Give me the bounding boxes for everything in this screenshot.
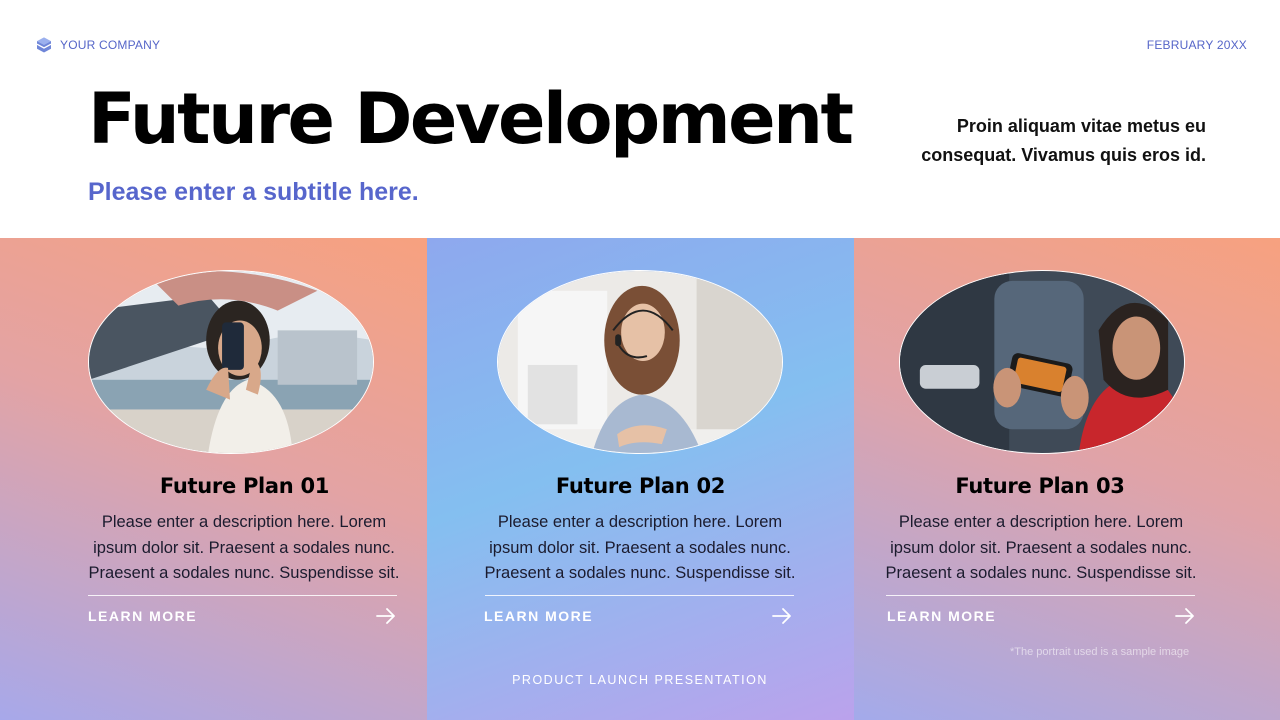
arrow-right-icon: [1175, 608, 1194, 624]
divider: [886, 595, 1195, 596]
man-gaming-photo-icon: [899, 270, 1185, 454]
company-name: YOUR COMPANY: [60, 38, 161, 52]
arrow-right-icon: [772, 608, 791, 624]
learn-more-link[interactable]: LEARN MORE: [484, 604, 793, 628]
plan-title: Future Plan 02: [555, 474, 726, 498]
learn-more-link[interactable]: LEARN MORE: [88, 604, 397, 628]
learn-more-link[interactable]: LEARN MORE: [887, 604, 1196, 628]
presentation-date: FEBRUARY 20XX: [1146, 38, 1247, 52]
plan-title: Future Plan 03: [955, 474, 1125, 498]
footer-label: PRODUCT LAUNCH PRESENTATION: [512, 673, 768, 687]
page-title: Future Development: [88, 78, 854, 160]
slide-header: YOUR COMPANY FEBRUARY 20XX Future Develo…: [0, 0, 1280, 238]
divider: [88, 595, 397, 596]
learn-more-label: LEARN MORE: [484, 608, 594, 624]
intro-text: Proin aliquam vitae metus eu consequat. …: [921, 116, 1206, 165]
plan-title: Future Plan 01: [159, 474, 330, 498]
learn-more-label: LEARN MORE: [88, 608, 198, 624]
company-logo-icon: [36, 37, 52, 53]
learn-more-label: LEARN MORE: [887, 608, 997, 624]
plan-card-01: Future Plan 01 Please enter a descriptio…: [0, 238, 427, 720]
plan-description: Please enter a description here. Lorem i…: [885, 513, 1197, 582]
plan-card-02: Future Plan 02 Please enter a descriptio…: [427, 238, 854, 720]
divider: [485, 595, 794, 596]
plan-description: Please enter a description here. Lorem i…: [88, 513, 400, 582]
woman-phone-photo-icon: [88, 270, 374, 454]
plan-description: Please enter a description here. Lorem i…: [484, 513, 796, 582]
arrow-right-icon: [376, 608, 395, 624]
company-brand: YOUR COMPANY: [36, 37, 160, 53]
sample-image-note: *The portrait used is a sample image: [1010, 646, 1190, 658]
page-subtitle: Please enter a subtitle here.: [88, 178, 419, 206]
woman-headset-photo-icon: [497, 270, 783, 454]
